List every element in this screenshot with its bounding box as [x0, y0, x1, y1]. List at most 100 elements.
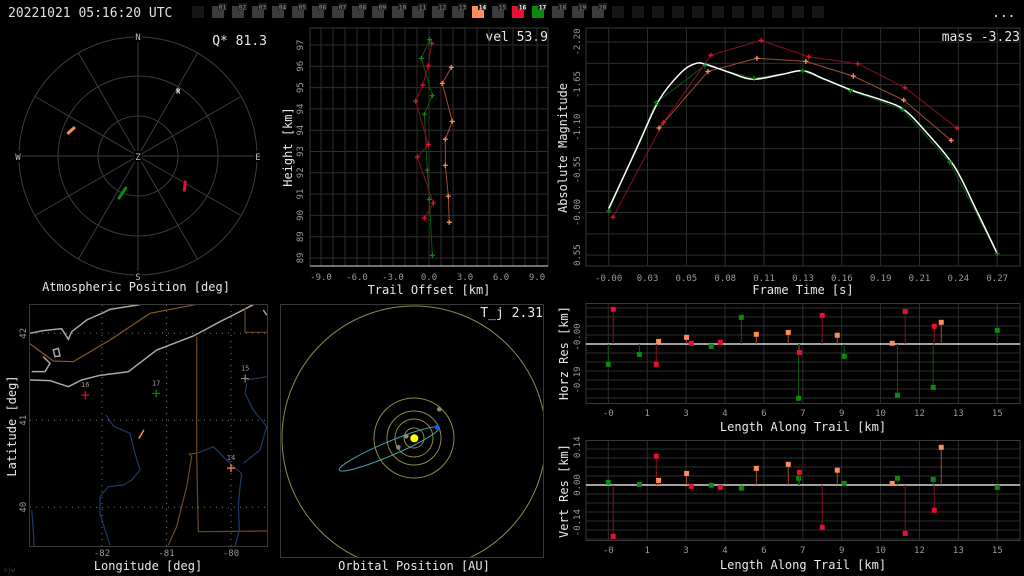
camera-label: 17 [539, 5, 547, 12]
x-tick-label: -9.0 [310, 273, 332, 283]
x-tick-label: 13 [953, 546, 964, 556]
y-tick-label: 94 [296, 103, 306, 114]
camera-selector[interactable]: 01 02 03 04 05 06 07 08 09 10 11 12 13 14 15 16 17 18 19 20 [192, 3, 824, 18]
trail-line-14 [441, 67, 453, 223]
x-tick-label: 10 [875, 409, 886, 419]
x-tick-label: -3.0 [382, 273, 404, 283]
x-tick-label: -0 [603, 546, 614, 556]
earth-planet [434, 424, 440, 430]
y-tick-label: 89 [296, 253, 306, 264]
residual-point-14 [889, 340, 895, 346]
station-16-marker[interactable] [81, 391, 90, 400]
residual-point-16 [688, 340, 694, 346]
x-tick-label: 6 [761, 409, 766, 419]
y-tick-label: -1.10 [573, 114, 583, 141]
station-15-marker[interactable] [241, 374, 250, 383]
residual-point-17 [894, 392, 900, 398]
residual-point-16 [688, 483, 694, 489]
x-tick-label: 0.08 [714, 274, 736, 284]
x-tick-label: -0.00 [595, 274, 622, 284]
camera-label: 07 [339, 5, 347, 12]
y-tick-label: 97 [296, 40, 306, 51]
mercury-planet [404, 434, 409, 439]
residual-point-17 [708, 343, 714, 349]
trail-point [446, 219, 452, 225]
camera-slot-empty[interactable] [752, 6, 764, 18]
y-tick-label: 0.00 [573, 474, 583, 496]
trail-point [429, 93, 435, 99]
magnitude-point [610, 214, 616, 220]
x-tick-label: 6.0 [493, 273, 509, 283]
residual-point-17 [841, 480, 847, 486]
horizontal-residual-panel: Length Along Trail [km] Horz Res [km] -0… [557, 303, 1021, 434]
camera-slot-empty[interactable] [672, 6, 684, 18]
residual-point-16 [653, 453, 659, 459]
residual-point-16 [931, 323, 937, 329]
residual-point-17 [796, 475, 802, 481]
magnitude-line-16 [612, 39, 958, 218]
sky-track-17 [117, 186, 128, 200]
x-tick-label: 1 [644, 546, 649, 556]
x-tick-label: -0 [603, 409, 614, 419]
cardinal-s: S [135, 273, 140, 283]
residual-point-17 [738, 485, 744, 491]
camera-label: 16 [519, 5, 527, 12]
magnitude-point [806, 54, 812, 60]
trail-xlabel: Trail Offset [km] [368, 283, 491, 297]
camera-slot-empty[interactable] [732, 6, 744, 18]
cardinal-w: W [15, 153, 21, 163]
y-tick-label: 94 [296, 125, 306, 136]
camera-label: 18 [559, 5, 567, 12]
camera-label: 05 [299, 5, 307, 12]
x-tick-label: 0.16 [831, 274, 853, 284]
camera-slot-empty[interactable] [792, 6, 804, 18]
residual-point-14 [656, 338, 662, 344]
map-frame [29, 304, 268, 547]
camera-slot-empty[interactable] [192, 6, 204, 18]
hres-xlabel: Length Along Trail [km] [720, 420, 886, 434]
residual-point-16 [796, 469, 802, 475]
x-tick-label: 4 [722, 409, 727, 419]
camera-slot-empty[interactable] [712, 6, 724, 18]
x-tick-label: 9.0 [529, 273, 545, 283]
residual-point-14 [785, 329, 791, 335]
x-tick-label: 0.27 [986, 274, 1008, 284]
camera-label: 13 [459, 5, 467, 12]
menu-button[interactable]: ... [992, 6, 1015, 21]
x-tick-label: 12 [914, 546, 925, 556]
x-tick-label: 15 [992, 409, 1003, 419]
y-tick-label: 0.55 [573, 244, 583, 266]
camera-slot-empty[interactable] [812, 6, 824, 18]
tisserand-stat: T_j 2.31 [480, 306, 543, 321]
radiant-marker: R [176, 88, 181, 96]
residual-point-17 [605, 479, 611, 485]
watermark: ojw [4, 567, 15, 574]
azimuth-spoke [34, 96, 139, 157]
camera-label: 04 [279, 5, 287, 12]
magnitude-point [800, 68, 806, 74]
map-ylabel: Latitude [deg] [5, 375, 19, 476]
orbit-frame [280, 304, 544, 558]
trail-point [418, 55, 424, 61]
cardinal-n: N [135, 33, 140, 43]
camera-slot-empty[interactable] [692, 6, 704, 18]
hres-ylabel: Horz Res [km] [557, 306, 571, 400]
camera-label: 10 [399, 5, 407, 12]
ground-map-panel: Longitude [deg] Latitude [deg] ojw -82 -8… [4, 304, 268, 574]
camera-label: 06 [319, 5, 327, 12]
y-tick-label: 96 [296, 61, 306, 72]
azimuth-spoke [137, 52, 198, 157]
camera-label: 20 [599, 5, 607, 12]
x-tick-label: 0.11 [753, 274, 775, 284]
camera-slot-empty[interactable] [772, 6, 784, 18]
station-14-marker[interactable] [227, 464, 235, 473]
header-bar: 20221021 05:16:20 UTC 01 02 03 04 05 06 07 08 09… [8, 3, 1015, 21]
camera-slot-empty[interactable] [652, 6, 664, 18]
magnitude-xlabel: Frame Time [s] [752, 283, 853, 297]
camera-slot-empty[interactable] [632, 6, 644, 18]
x-tick-label: 4 [722, 546, 727, 556]
station-17-marker[interactable] [152, 389, 161, 398]
residual-point-14 [684, 470, 690, 476]
camera-slot-empty[interactable] [612, 6, 624, 18]
residual-point-17 [738, 314, 744, 320]
